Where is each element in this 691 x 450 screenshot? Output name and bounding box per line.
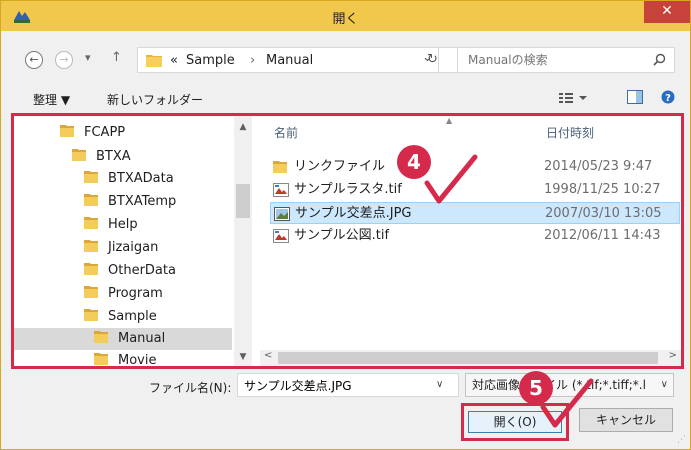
scroll-down-icon[interactable]: ▼ [234,352,252,362]
back-arrow-icon: ← [29,53,39,66]
tree-item-label: OtherData [108,263,176,278]
scroll-left-icon[interactable]: < [264,350,272,361]
tree-item-program[interactable]: Program [84,283,163,305]
command-bar: 整理 ▼ 新しいフォルダー ? [1,87,690,111]
tree-item-label: Sample [108,309,157,324]
folder-icon [84,308,100,322]
organize-button[interactable]: 整理 ▼ [33,91,70,108]
tree-scrollbar[interactable]: ▲ ▼ [234,116,252,366]
file-date: 2014/05/23 9:47 [544,159,653,174]
folder-icon [72,148,88,162]
view-options-icon [559,93,587,103]
tree-item-label: Program [108,286,163,301]
tree-item-label: FCAPP [84,125,126,140]
tree-item-label: Help [108,217,138,232]
tree-item-label: Movie [118,353,157,366]
scrollbar-thumb[interactable] [278,352,658,364]
file-name: リンクファイル [294,159,386,174]
tree-item-sample[interactable]: Sample [84,306,157,328]
close-button[interactable]: ✕ [644,1,690,23]
up-button[interactable]: ↑ [111,50,122,65]
filename-input[interactable] [237,373,459,397]
column-header-name[interactable]: 名前 [274,124,298,141]
search-input[interactable] [458,48,638,72]
forward-arrow-icon: → [59,53,69,66]
file-list-scrollbar[interactable]: < > [260,350,681,366]
breadcrumb-manual[interactable]: Manual [266,53,313,68]
tree-item-label: BTXAData [108,171,174,186]
search-box[interactable] [457,47,675,73]
breadcrumb-overflow[interactable]: « [170,53,178,68]
address-bar[interactable]: « Sample › Manual ⌄ [137,47,439,73]
folder-icon [94,330,110,344]
tree-item-movie[interactable]: Movie [94,350,156,366]
recent-locations-chevron-icon[interactable]: ▾ [85,51,91,64]
resize-grip-icon[interactable]: ⋰ [677,435,686,445]
tree-item-btxadata[interactable]: BTXAData [84,168,174,190]
scroll-up-icon[interactable]: ▲ [234,122,252,132]
forward-button[interactable]: → [55,51,73,69]
column-header-date[interactable]: 日付時刻 [546,124,594,141]
address-row: ← → ▾ ↑ « Sample › Manual ⌄ ↻ [1,47,690,73]
filename-label: ファイル名(N): [149,381,232,395]
tree-item-jizaigan[interactable]: Jizaigan [84,237,158,259]
dialog-title: 開く [332,12,359,27]
file-date: 2012/06/11 14:43 [544,228,661,243]
filename-dropdown-icon[interactable]: ∨ [436,379,443,390]
breadcrumb-sample[interactable]: Sample [186,53,235,68]
folder-icon [84,262,100,276]
file-name: サンプルラスタ.tif [294,182,402,197]
tree-item-otherdata[interactable]: OtherData [84,260,176,282]
tree-item-label: BTXATemp [108,194,177,209]
new-folder-button[interactable]: 新しいフォルダー [107,91,203,108]
folder-icon [60,124,76,138]
close-icon: ✕ [661,3,673,19]
tree-item-fcapp[interactable]: FCAPP [60,122,125,144]
tree-item-label: BTXA [96,149,131,164]
search-icon[interactable] [653,53,666,69]
check-mark-icon [540,378,594,428]
tree-item-help[interactable]: Help [84,214,138,236]
folder-icon [84,285,100,299]
file-name: サンプル交差点.JPG [295,206,412,221]
tif-image-icon [273,229,289,251]
folder-icon [84,239,100,253]
tree-item-btxatemp[interactable]: BTXATemp [84,191,176,213]
title-bar: 開く ✕ [1,1,690,31]
sort-up-icon: ▲ [446,116,453,125]
open-file-dialog: 開く ✕ ← → ▾ ↑ « Sample › Manual ⌄ ↻ Manua… [0,0,691,450]
help-icon: ? [661,90,675,104]
folder-icon [84,193,100,207]
svg-text:?: ? [665,93,671,104]
scroll-right-icon[interactable]: > [669,350,677,361]
folder-icon [146,53,162,70]
check-mark-icon [424,154,478,204]
folder-icon [84,170,100,184]
file-date: 2007/03/10 13:05 [545,206,662,221]
breadcrumb-separator[interactable]: › [250,53,255,68]
view-options-button[interactable] [559,91,589,108]
browse-panes: FCAPP BTXA BTXAData BTXATemp Help Jizaig… [11,113,684,369]
up-arrow-icon: ↑ [111,50,122,65]
help-button[interactable]: ? [661,90,675,107]
file-date: 1998/11/25 10:27 [544,182,661,197]
tree-item-label: Manual [118,331,166,346]
preview-pane-button[interactable] [627,90,643,107]
tree-item-btxa[interactable]: BTXA [72,146,131,168]
chevron-down-icon: ∨ [660,379,668,390]
file-row[interactable]: サンプル公図.tif 2012/06/11 14:43 [270,225,680,247]
file-name: サンプル公図.tif [294,228,390,243]
tree-item-label: Jizaigan [108,240,159,255]
preview-pane-icon [627,90,643,104]
back-button[interactable]: ← [25,51,43,69]
folder-icon [94,352,110,366]
navigation-tree: FCAPP BTXA BTXAData BTXATemp Help Jizaig… [14,116,260,366]
tree-item-manual[interactable]: Manual [14,328,232,350]
folder-icon [84,216,100,230]
scrollbar-thumb[interactable] [236,184,250,218]
refresh-icon: ↻ [427,52,438,67]
